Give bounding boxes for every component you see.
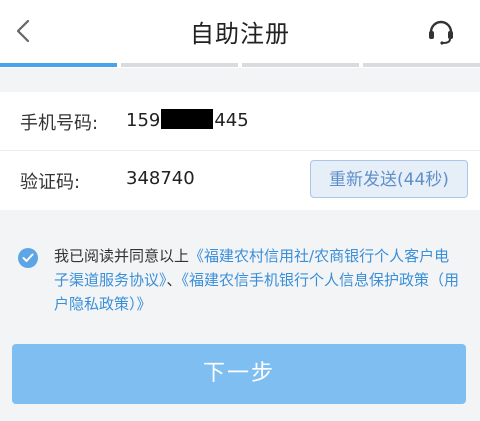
agreement-section: 我已阅读并同意以上《福建农村信用社/农商银行个人客户电子渠道服务协议》、《福建农… — [0, 238, 480, 318]
code-label: 验证码: — [20, 172, 81, 193]
phone-row: 手机号码: 159 445 — [0, 92, 480, 150]
registration-form: 手机号码: 159 445 验证码: 348740 重新发送(44秒) — [0, 92, 480, 210]
page-title: 自助注册 — [190, 20, 290, 48]
headset-icon — [429, 20, 453, 45]
progress-step — [121, 63, 238, 67]
agreement-text: 我已阅读并同意以上《福建农村信用社/农商银行个人客户电子渠道服务协议》、《福建农… — [54, 244, 464, 316]
agreement-prefix: 我已阅读并同意以上 — [54, 247, 190, 265]
progress-step — [363, 63, 480, 67]
agreement-checkbox[interactable] — [18, 248, 38, 268]
agreement-separator: 、 — [166, 271, 182, 289]
code-row: 验证码: 348740 重新发送(44秒) — [0, 150, 480, 209]
progress-step — [0, 63, 117, 67]
header: 自助注册 — [0, 0, 480, 62]
phone-suffix: 445 — [214, 110, 249, 131]
code-input[interactable]: 348740 — [126, 168, 195, 189]
progress-step — [242, 63, 359, 67]
checkmark-icon — [22, 253, 34, 262]
phone-label: 手机号码: — [20, 113, 99, 134]
customer-service-button[interactable] — [424, 14, 458, 48]
phone-prefix: 159 — [126, 110, 161, 131]
phone-input[interactable]: 159 445 — [126, 109, 249, 131]
next-step-button[interactable]: 下一步 — [12, 344, 466, 404]
progress-bar — [0, 62, 480, 68]
redacted-block — [161, 109, 214, 129]
resend-code-button[interactable]: 重新发送(44秒) — [310, 160, 468, 198]
